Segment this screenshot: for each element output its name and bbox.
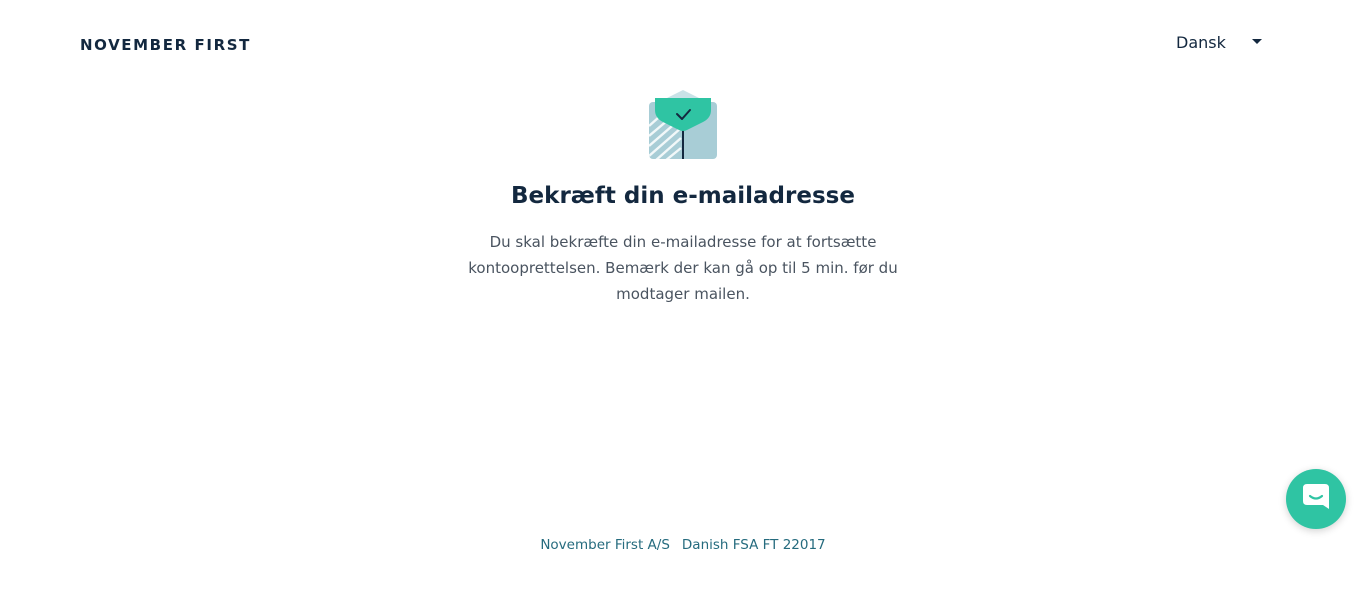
brand-logo[interactable]: NOVEMBER FIRST	[80, 36, 251, 54]
language-select[interactable]: Dansk	[1176, 31, 1266, 53]
caret-down-icon	[1252, 39, 1262, 44]
chat-launcher-button[interactable]	[1286, 469, 1346, 529]
envelope-check-icon	[647, 88, 719, 160]
chat-icon	[1301, 482, 1331, 516]
footer-company: November First A/S	[540, 537, 670, 553]
confirmation-description: Du skal bekræfte din e-mailadresse for a…	[468, 233, 898, 303]
language-select-label: Dansk	[1176, 32, 1226, 52]
footer: November First A/S Danish FSA FT 22017	[383, 535, 983, 555]
page-title: Bekræft din e-mailadresse	[511, 183, 855, 209]
footer-license: Danish FSA FT 22017	[681, 537, 826, 553]
page: NOVEMBER FIRST Dansk Bekræft din e-maila…	[0, 0, 1366, 609]
